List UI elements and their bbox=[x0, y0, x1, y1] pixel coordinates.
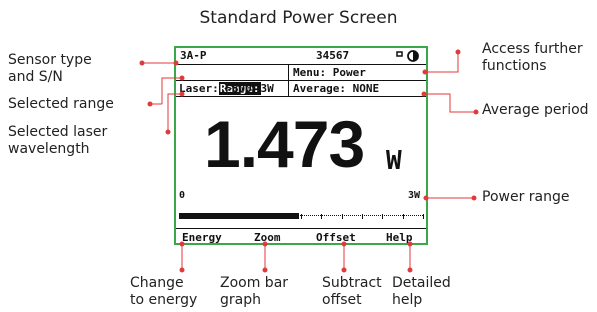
label-access-functions: Access further functions bbox=[482, 41, 583, 74]
scale-tick bbox=[423, 214, 424, 219]
laser-field[interactable]: Laser: >800 bbox=[179, 81, 252, 97]
label-change-energy: Change to energy bbox=[130, 275, 198, 308]
scale-tick bbox=[382, 214, 384, 219]
range-min: 0 bbox=[179, 190, 186, 201]
label-power-range: Power range bbox=[482, 189, 570, 205]
row-divider bbox=[288, 65, 289, 81]
laser-row: Laser: >800 Average: NONE bbox=[176, 80, 426, 97]
softkey-zoom[interactable]: Zoom bbox=[254, 229, 281, 243]
label-selected-range: Selected range bbox=[8, 96, 114, 112]
average-field[interactable]: Average: NONE bbox=[293, 81, 379, 97]
label-subtract-offset: Subtract offset bbox=[322, 275, 382, 308]
range-max: 3W bbox=[408, 190, 421, 201]
softkey-energy[interactable]: Energy bbox=[182, 229, 222, 243]
softkey-row: Energy Zoom Offset Help bbox=[176, 228, 426, 243]
label-selected-wavelength: Selected laser wavelength bbox=[8, 124, 108, 157]
diagram-title: Standard Power Screen bbox=[199, 8, 398, 28]
header-row: 3A-P 34567 bbox=[176, 48, 426, 64]
power-bar bbox=[179, 213, 424, 219]
scale-tick bbox=[402, 214, 404, 219]
scale-tick bbox=[362, 214, 363, 219]
range-row: Range:3W Menu: Power bbox=[176, 64, 426, 95]
settings-toggle-icon bbox=[406, 50, 419, 62]
sensor-type: 3A-P bbox=[180, 49, 207, 62]
scale-tick bbox=[321, 214, 323, 219]
label-zoom-bar: Zoom bar graph bbox=[220, 275, 289, 308]
row-divider bbox=[288, 81, 289, 96]
scale-tick bbox=[301, 214, 302, 219]
label-average-period: Average period bbox=[482, 102, 589, 118]
label-detailed-help: Detailed help bbox=[392, 275, 451, 308]
softkey-help[interactable]: Help bbox=[386, 229, 413, 243]
scale-tick bbox=[341, 214, 343, 219]
power-unit: W bbox=[386, 146, 402, 176]
device-screen: 3A-P 34567 Range:3W Menu: Power Laser: >… bbox=[174, 46, 428, 245]
label-sensor-type: Sensor type and S/N bbox=[8, 52, 92, 85]
menu-field[interactable]: Menu: Power bbox=[293, 65, 366, 81]
bar-fill bbox=[179, 213, 299, 219]
serial-number: 34567 bbox=[316, 49, 350, 62]
softkey-offset[interactable]: Offset bbox=[316, 229, 356, 243]
power-reading: 1.473 bbox=[204, 107, 365, 181]
